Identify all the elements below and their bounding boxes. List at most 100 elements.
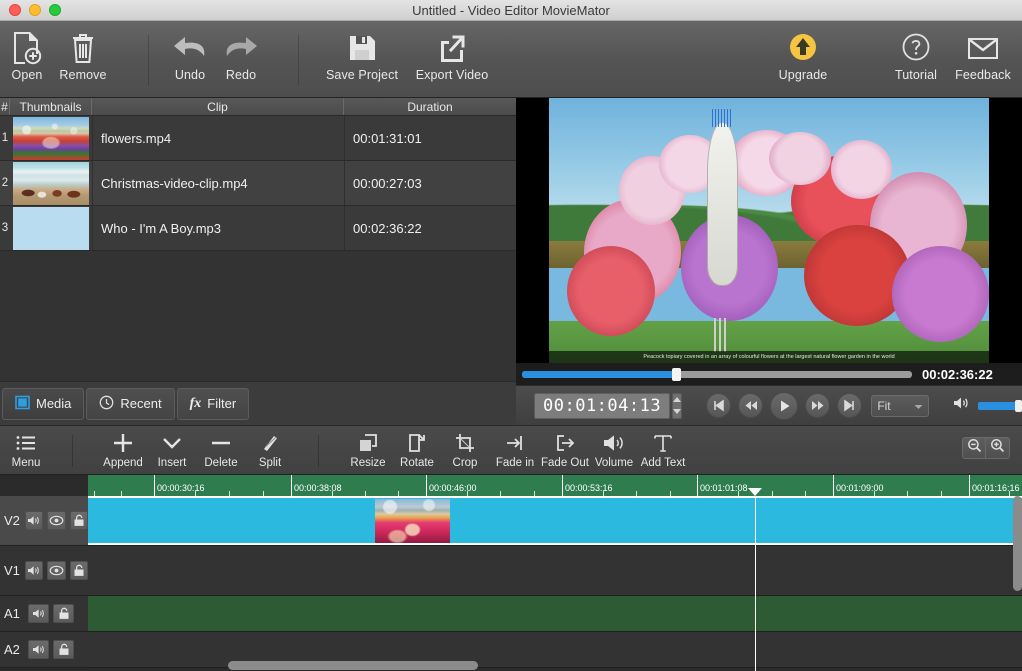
resize-label: Resize: [350, 457, 385, 469]
moviemator-window: Untitled - Video Editor MovieMator Open: [0, 0, 1022, 671]
peacock-topiary: [707, 122, 738, 286]
track-hide-button-v1[interactable]: [47, 561, 65, 580]
timeline-track-v2[interactable]: [88, 496, 1022, 546]
table-row[interactable]: 1 flowers.mp4 00:01:31:01: [0, 116, 516, 161]
table-row[interactable]: 2 Christmas-video-clip.mp4 00:00:27:03: [0, 161, 516, 206]
current-position-field[interactable]: 00:01:04:13: [534, 393, 670, 419]
track-header-a1[interactable]: A1: [0, 596, 88, 632]
timeline-horizontal-scroll-thumb[interactable]: [228, 661, 478, 670]
seek-handle[interactable]: [672, 368, 681, 381]
column-header-index[interactable]: #: [0, 98, 10, 115]
timeline-track-v1[interactable]: [88, 546, 1022, 596]
open-button[interactable]: Open: [6, 27, 48, 82]
tab-media[interactable]: Media: [2, 388, 84, 420]
window-title: Untitled - Video Editor MovieMator: [0, 3, 1022, 18]
delete-label: Delete: [204, 457, 237, 469]
video-preview-area[interactable]: Peacock topiary covered in an array of c…: [516, 98, 1022, 363]
track-mute-button-a1[interactable]: [28, 604, 49, 623]
volume-handle[interactable]: [1015, 400, 1022, 412]
track-mute-button-v1[interactable]: [25, 561, 43, 580]
timeline-track-a1[interactable]: [88, 596, 1022, 632]
delete-button[interactable]: Delete: [195, 430, 247, 469]
seek-slider[interactable]: [522, 371, 912, 378]
column-header-duration[interactable]: Duration: [344, 98, 516, 115]
seek-progress-fill: [522, 371, 678, 378]
undo-button[interactable]: Undo: [166, 27, 214, 82]
close-button[interactable]: [9, 4, 21, 16]
stepper-up-icon[interactable]: [673, 397, 681, 402]
timeline-vertical-scroll-thumb[interactable]: [1013, 496, 1022, 591]
track-mute-button-a2[interactable]: [28, 640, 49, 659]
media-list-empty-area[interactable]: [0, 251, 516, 364]
undo-label: Undo: [175, 68, 205, 82]
add-text-label: Add Text: [641, 457, 686, 469]
export-video-button[interactable]: Export Video: [404, 27, 500, 82]
envelope-icon: [965, 27, 1001, 69]
track-lock-button-v2[interactable]: [70, 511, 88, 530]
save-project-button[interactable]: Save Project: [316, 27, 408, 82]
speaker-icon[interactable]: [953, 396, 971, 415]
fade-out-button[interactable]: Fade Out: [537, 430, 593, 469]
media-list-rows: 1 flowers.mp4 00:01:31:01 2 Christmas-vi…: [0, 116, 516, 364]
fade-in-button[interactable]: Fade in: [489, 430, 541, 469]
row-index: 3: [0, 206, 10, 250]
stepper-down-icon[interactable]: [673, 409, 681, 414]
remove-button[interactable]: Remove: [52, 27, 114, 82]
rotate-button[interactable]: Rotate: [392, 430, 442, 469]
track-hide-button-v2[interactable]: [47, 511, 65, 530]
play-button[interactable]: [770, 392, 798, 420]
zoom-in-button[interactable]: [986, 437, 1010, 459]
zoom-out-button[interactable]: [962, 437, 986, 459]
timeline-vertical-scrollbar[interactable]: [1013, 496, 1022, 656]
column-header-thumbnails[interactable]: Thumbnails: [10, 98, 92, 115]
track-name-a2: A2: [4, 642, 24, 657]
tutorial-button[interactable]: Tutorial: [886, 27, 946, 82]
export-share-icon: [436, 27, 468, 69]
minimize-button[interactable]: [29, 4, 41, 16]
open-label: Open: [12, 68, 43, 82]
track-mute-button-v2[interactable]: [25, 511, 43, 530]
row-thumbnail-cell: [10, 116, 92, 160]
table-row[interactable]: 3 Who - I'm A Boy.mp3 00:02:36:22: [0, 206, 516, 251]
playhead-handle[interactable]: [748, 488, 762, 496]
timeline-ruler[interactable]: 00:00:30:16 00:00:38:08 00:00:46:00 00:0…: [88, 475, 1022, 496]
position-stepper[interactable]: [672, 393, 682, 419]
volume-button[interactable]: Volume: [589, 430, 639, 469]
tab-recent[interactable]: Recent: [86, 388, 174, 420]
timeline-clip[interactable]: [88, 496, 1022, 545]
skip-to-end-button[interactable]: [837, 393, 862, 418]
row-duration: 00:02:36:22: [344, 206, 516, 250]
crop-button[interactable]: Crop: [443, 430, 487, 469]
save-project-label: Save Project: [326, 68, 398, 82]
feedback-button[interactable]: Feedback: [946, 27, 1020, 82]
menu-button[interactable]: Menu: [6, 430, 46, 469]
rewind-button[interactable]: [738, 393, 763, 418]
insert-button[interactable]: Insert: [148, 430, 196, 469]
track-lock-button-a1[interactable]: [53, 604, 74, 623]
split-button[interactable]: Split: [247, 430, 293, 469]
toolbar-divider-2: [298, 35, 299, 85]
resize-button[interactable]: Resize: [340, 430, 396, 469]
track-header-a2[interactable]: A2: [0, 632, 88, 668]
skip-to-start-button[interactable]: [706, 393, 731, 418]
add-text-button[interactable]: Add Text: [634, 430, 692, 469]
upgrade-button[interactable]: Upgrade: [766, 27, 840, 82]
fade-out-label: Fade Out: [541, 457, 589, 469]
rotate-icon: [406, 430, 428, 456]
maximize-button[interactable]: [49, 4, 61, 16]
track-header-v1[interactable]: V1: [0, 546, 88, 596]
tab-filter[interactable]: fx Filter: [177, 388, 250, 420]
track-lock-button-a2[interactable]: [53, 640, 74, 659]
fast-forward-button[interactable]: [805, 393, 830, 418]
timeline-horizontal-scrollbar[interactable]: [88, 661, 1008, 670]
redo-button[interactable]: Redo: [218, 27, 264, 82]
upgrade-arrow-icon: [787, 27, 819, 69]
edit-divider-2: [318, 435, 319, 467]
track-header-v2[interactable]: V2: [0, 496, 88, 546]
column-header-clip[interactable]: Clip: [92, 98, 344, 115]
zoom-mode-select[interactable]: Fit: [871, 395, 929, 417]
question-mark-icon: [900, 27, 932, 69]
append-button[interactable]: Append: [96, 430, 150, 469]
track-lock-button-v1[interactable]: [70, 561, 88, 580]
volume-slider[interactable]: [978, 402, 1022, 410]
